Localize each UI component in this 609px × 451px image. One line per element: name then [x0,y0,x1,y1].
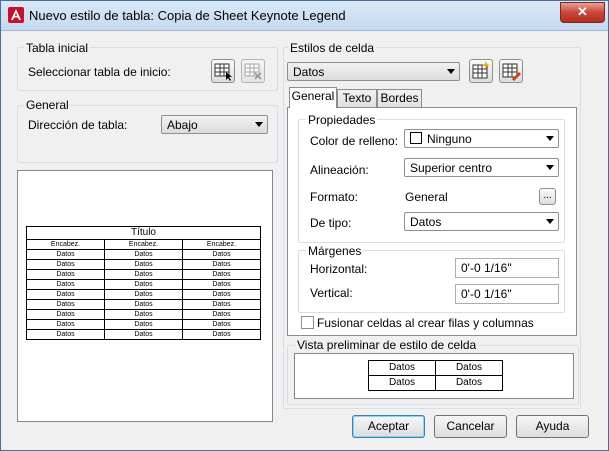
merge-cells-checkbox[interactable] [301,316,314,329]
cell-style-dropdown[interactable]: Datos [287,62,460,81]
vertical-margin-label: Vertical: [310,286,353,300]
new-cell-style-icon [472,61,490,79]
preview-data-cell: Datos [182,319,261,330]
cancel-button[interactable]: Cancelar [434,415,507,438]
cell-styles-heading: Estilos de celda [288,41,377,55]
new-cell-style-button[interactable] [469,59,493,83]
general-group [17,105,278,163]
preview-header-cell: Encabez. [182,239,261,250]
preview-table-title: Título [26,226,261,240]
preview-data-cell: Datos [104,259,183,270]
alignment-label: Alineación: [310,163,369,177]
preview-data-cell: Datos [26,259,105,270]
propiedades-heading: Propiedades [306,113,378,127]
fill-color-value: Ninguno [427,132,472,146]
remove-table-icon [244,63,262,80]
preview-data-cell: Datos [104,329,183,340]
preview-data-cell: Datos [182,299,261,310]
preview-data-cell: Datos [26,319,105,330]
select-table-icon [214,63,232,81]
cell-preview-heading: Vista preliminar de estilo de celda [295,338,479,352]
preview-data-cell: Datos [182,329,261,340]
preview-data-cell: Datos [26,329,105,340]
preview-data-cell: Datos [104,309,183,320]
preview-data-cell: Datos [26,249,105,260]
preview-data-cell: Datos [182,279,261,290]
type-dropdown[interactable]: Datos [404,212,559,231]
preview-data-cell: Datos [104,299,183,310]
format-browse-button[interactable]: ... [539,188,556,205]
help-button[interactable]: Ayuda [516,415,589,438]
vertical-margin-input[interactable]: 0'-0 1/16" [455,284,559,304]
format-label: Formato: [310,190,359,204]
preview-data-cell: Datos [104,289,183,300]
title-bar: Nuevo estilo de tabla: Copia de Sheet Ke… [1,1,608,31]
type-value: Datos [410,215,442,229]
margenes-heading: Márgenes [306,244,364,258]
manage-cell-styles-icon [502,63,521,81]
fill-color-dropdown[interactable]: Ninguno [404,129,559,148]
table-direction-label: Dirección de tabla: [28,118,128,132]
preview-header-cell: Encabez. [104,239,183,250]
preview-data-cell: Datos [26,299,105,310]
chevron-down-icon [546,219,554,224]
color-swatch [410,132,422,144]
preview-data-cell: Datos [26,279,105,290]
format-value: General [405,190,448,204]
type-label: De tipo: [310,216,352,230]
cell-style-value: Datos [293,65,325,79]
general-heading: General [24,98,71,112]
cell-style-preview: Datos Datos Datos Datos [294,353,574,399]
preview-table: Título Encabez. Encabez. Encabez. Datos D… [26,226,261,340]
cell-preview-cell: Datos [368,375,436,391]
preview-data-cell: Datos [26,269,105,280]
chevron-down-icon [546,165,554,170]
preview-data-cell: Datos [104,269,183,280]
preview-data-cell: Datos [26,289,105,300]
cell-preview-table: Datos Datos Datos Datos [368,360,503,391]
tab-general[interactable]: General [289,87,337,108]
close-button[interactable]: ✕ [560,2,605,23]
chevron-down-icon [447,69,455,74]
chevron-down-icon [546,136,554,141]
cell-preview-cell: Datos [368,360,436,376]
autocad-app-icon [8,7,24,23]
preview-data-cell: Datos [104,319,183,330]
horizontal-margin-label: Horizontal: [310,262,368,276]
cell-preview-cell: Datos [435,360,503,376]
dialog-window: Nuevo estilo de tabla: Copia de Sheet Ke… [0,0,609,451]
preview-header-cell: Encabez. [26,239,105,250]
horizontal-margin-input[interactable]: 0'-0 1/16" [455,258,559,278]
chevron-down-icon [255,122,263,127]
ok-button[interactable]: Aceptar [352,415,425,438]
window-title: Nuevo estilo de tabla: Copia de Sheet Ke… [29,8,346,23]
merge-cells-label: Fusionar celdas al crear filas y columna… [317,316,534,330]
table-direction-dropdown[interactable]: Abajo [161,115,268,134]
preview-data-cell: Datos [182,259,261,270]
preview-data-cell: Datos [104,279,183,290]
preview-data-cell: Datos [182,289,261,300]
table-direction-value: Abajo [167,118,198,132]
preview-data-cell: Datos [104,249,183,260]
cell-preview-cell: Datos [435,375,503,391]
preview-data-cell: Datos [182,309,261,320]
alignment-value: Superior centro [410,161,493,175]
preview-data-cell: Datos [26,309,105,320]
preview-data-cell: Datos [182,269,261,280]
tab-texto[interactable]: Texto [337,89,377,107]
tab-bordes[interactable]: Bordes [377,89,422,107]
select-table-button[interactable] [211,59,235,83]
manage-cell-styles-button[interactable] [499,59,523,83]
fill-color-value-wrap: Ninguno [410,132,472,146]
select-start-table-label: Seleccionar tabla de inicio: [28,65,171,79]
table-preview: Título Encabez. Encabez. Encabez. Datos D… [17,170,273,422]
preview-data-cell: Datos [182,249,261,260]
tab-panel-general: Propiedades Color de relleno: Ninguno Al… [287,107,577,336]
fill-color-label: Color de relleno: [310,134,399,148]
remove-table-button[interactable] [241,59,265,83]
tabla-inicial-heading: Tabla inicial [24,41,91,55]
alignment-dropdown[interactable]: Superior centro [404,158,559,177]
